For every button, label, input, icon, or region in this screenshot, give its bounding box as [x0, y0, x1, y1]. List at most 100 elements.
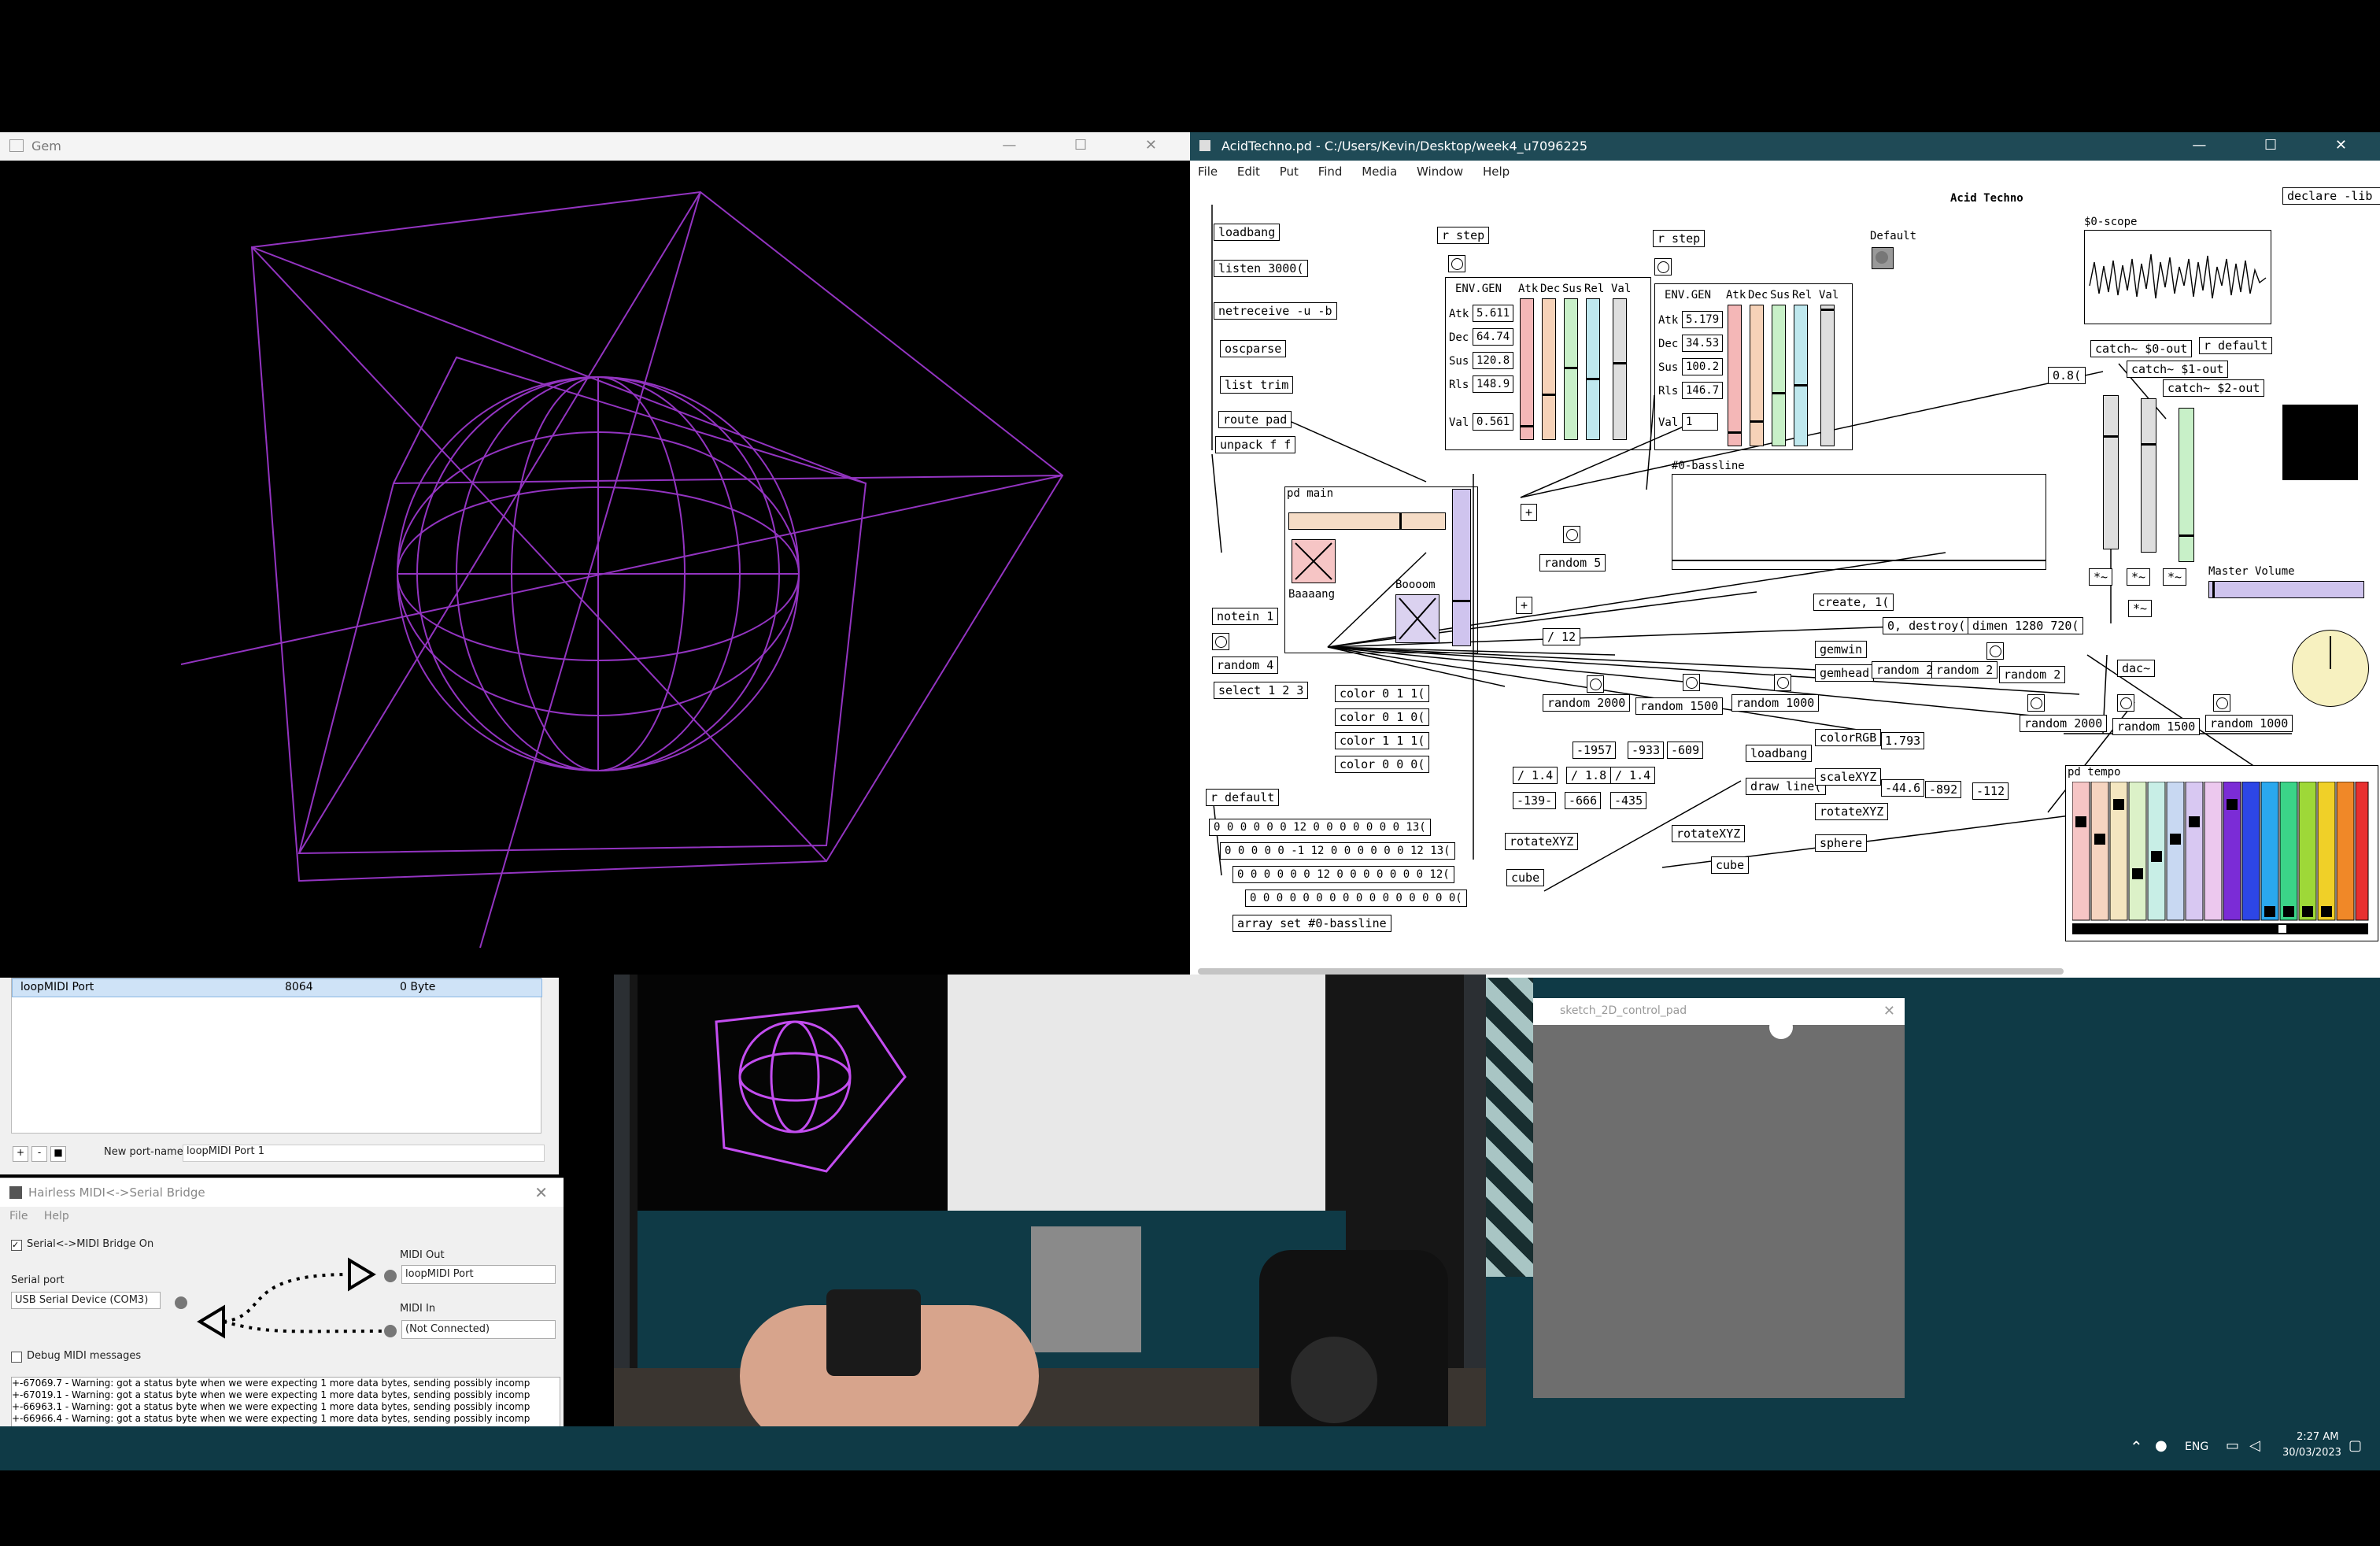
catch2-slider[interactable] — [2179, 408, 2194, 562]
create-message[interactable]: create, 1( — [1813, 594, 1894, 611]
gemwin-object[interactable]: gemwin — [1815, 641, 1868, 658]
hairless-log[interactable]: +-67069.7 - Warning: got a status byte w… — [11, 1377, 560, 1429]
dimen-message[interactable]: dimen 1280 720( — [1968, 617, 2084, 634]
hairless-menu-file[interactable]: File — [9, 1210, 28, 1222]
menu-help[interactable]: Help — [1483, 165, 1510, 179]
listen-message[interactable]: listen 3000( — [1214, 260, 1309, 277]
catch0-object[interactable]: catch~ $0-out — [2090, 340, 2193, 357]
clock-date[interactable]: 30/03/2023 — [2282, 1447, 2341, 1459]
gem-bang-4[interactable] — [2027, 694, 2045, 712]
times-object-4[interactable]: *~ — [2128, 600, 2153, 617]
gem-window-controls[interactable]: — ☐ ✕ — [1002, 137, 1184, 153]
draw-line-message[interactable]: draw line( — [1746, 778, 1827, 795]
catch1-slider[interactable] — [2141, 398, 2156, 553]
div14-object-b[interactable]: / 1.4 — [1610, 767, 1656, 784]
sketch-window[interactable]: sketch_2D_control_pad ✕ — [1533, 998, 1905, 1398]
destroy-message[interactable]: 0, destroy( — [1883, 617, 1971, 634]
env1-rel-slider[interactable] — [1586, 298, 1600, 440]
menu-find[interactable]: Find — [1318, 165, 1343, 179]
pd-horizontal-scrollbar[interactable] — [1198, 968, 2064, 975]
env1-atk-slider[interactable] — [1520, 298, 1534, 440]
random1000-object-b[interactable]: random 1000 — [2205, 715, 2293, 732]
route-pad-object[interactable]: route pad — [1218, 411, 1292, 428]
div14-object-a[interactable]: / 1.4 — [1513, 767, 1558, 784]
select-object[interactable]: select 1 2 3 — [1214, 682, 1309, 699]
r-step-bang-1[interactable] — [1448, 255, 1465, 272]
default-toggle[interactable] — [1872, 247, 1894, 269]
gem-bang-6[interactable] — [2213, 694, 2230, 712]
random5-bang[interactable] — [1563, 526, 1580, 543]
baaaang-bang[interactable] — [1292, 539, 1336, 583]
network-icon[interactable]: ▭ — [2226, 1437, 2239, 1454]
num-112[interactable]: -112 — [1972, 782, 2009, 800]
colorRGB-object[interactable]: colorRGB — [1815, 729, 1882, 746]
sphere-object[interactable]: sphere — [1815, 834, 1868, 852]
color-msg-1[interactable]: color 0 1 1( — [1335, 685, 1430, 702]
menu-window[interactable]: Window — [1417, 165, 1463, 179]
hairless-close-icon[interactable]: ✕ — [534, 1183, 548, 1202]
hairless-window[interactable]: Hairless MIDI<->Serial Bridge ✕ File Hel… — [0, 1178, 564, 1429]
boooom-bang[interactable] — [1395, 594, 1439, 643]
catch2-object[interactable]: catch~ $2-out — [2163, 379, 2265, 397]
midi-in-select[interactable]: (Not Connected) — [401, 1320, 556, 1339]
rotateXYZ-object-3[interactable]: rotateXYZ — [1815, 803, 1889, 820]
bassline-array[interactable] — [1672, 474, 2046, 570]
env1-rls-value[interactable]: 148.9 — [1473, 375, 1514, 393]
num-435[interactable]: -435 — [1610, 792, 1647, 809]
gemwin-bang[interactable] — [1986, 642, 2004, 660]
env2-val-slider[interactable] — [1820, 305, 1835, 446]
sketch-pad-cursor[interactable] — [1769, 1015, 1793, 1039]
random1500-object-a[interactable]: random 1500 — [1635, 697, 1724, 715]
remove-port-button[interactable]: - — [31, 1146, 47, 1162]
random1500-object-b[interactable]: random 1500 — [2112, 718, 2201, 735]
language-indicator[interactable]: ENG — [2185, 1441, 2208, 1453]
msg-0-8[interactable]: 0.8( — [2048, 367, 2086, 384]
gem-bang-5[interactable] — [2117, 694, 2134, 712]
master-volume-slider[interactable] — [2208, 581, 2364, 598]
bassline-msg-1[interactable]: 0 0 0 0 0 0 12 0 0 0 0 0 0 0 13( — [1209, 819, 1431, 836]
loopmidi-window[interactable]: loopMIDI Port 8064 0 Byte + - ■ New port… — [0, 978, 559, 1174]
div18-object[interactable]: / 1.8 — [1566, 767, 1612, 784]
menu-edit[interactable]: Edit — [1237, 165, 1260, 179]
pd-canvas[interactable]: Acid Techno declare -lib Ge loadbang lis… — [1190, 183, 2380, 970]
bassline-msg-3[interactable]: 0 0 0 0 0 0 12 0 0 0 0 0 0 0 12( — [1232, 866, 1454, 883]
env1-sus-value[interactable]: 120.8 — [1473, 352, 1514, 369]
env2-sus-slider[interactable] — [1772, 305, 1786, 446]
pd-window-controls[interactable]: — ☐ ✕ — [2192, 137, 2374, 153]
loadbang-object[interactable]: loadbang — [1214, 224, 1281, 241]
env2-atk-value[interactable]: 5.179 — [1682, 311, 1724, 328]
num-933[interactable]: -933 — [1628, 742, 1665, 759]
random2-object-a[interactable]: random 2 — [1872, 661, 1938, 679]
random5-object[interactable]: random 5 — [1539, 554, 1606, 571]
r-step-object-2[interactable]: r step — [1653, 230, 1706, 247]
r-step-bang-2[interactable] — [1654, 258, 1672, 276]
env2-dec-slider[interactable] — [1750, 305, 1764, 446]
menu-file[interactable]: File — [1198, 165, 1218, 179]
catch0-slider[interactable] — [2103, 395, 2119, 549]
cube-object-2[interactable]: cube — [1711, 856, 1750, 874]
gemhead-object[interactable]: gemhead — [1815, 664, 1875, 682]
num-609[interactable]: -609 — [1667, 742, 1704, 759]
div12-object[interactable]: / 12 — [1543, 628, 1581, 645]
color-msg-3[interactable]: color 1 1 1( — [1335, 732, 1430, 749]
scaleXYZ-object[interactable]: scaleXYZ — [1815, 768, 1882, 786]
menu-put[interactable]: Put — [1280, 165, 1299, 179]
env2-dec-value[interactable]: 34.53 — [1682, 335, 1724, 352]
env1-val-value[interactable]: 0.561 — [1473, 413, 1514, 431]
plus-object-2[interactable]: + — [1516, 597, 1533, 614]
times-object-3[interactable]: *~ — [2163, 568, 2187, 586]
random4-object[interactable]: random 4 — [1212, 656, 1279, 674]
sketch-close-icon[interactable]: ✕ — [1883, 1003, 1895, 1019]
hairless-menu-help[interactable]: Help — [44, 1210, 69, 1222]
env1-atk-value[interactable]: 5.611 — [1473, 305, 1514, 322]
gem-bang-3[interactable] — [1774, 674, 1791, 691]
color-msg-2[interactable]: color 0 1 0( — [1335, 708, 1430, 726]
bridge-checkbox[interactable]: ✓ — [11, 1240, 22, 1251]
env1-dec-slider[interactable] — [1542, 298, 1556, 440]
microphone-icon[interactable]: ● — [2155, 1437, 2168, 1454]
gem-bang-1[interactable] — [1587, 675, 1604, 693]
env2-atk-slider[interactable] — [1728, 305, 1742, 446]
env1-sus-slider[interactable] — [1564, 298, 1578, 440]
main-vslider[interactable] — [1452, 489, 1471, 646]
r-default-object[interactable]: r default — [1206, 789, 1280, 806]
